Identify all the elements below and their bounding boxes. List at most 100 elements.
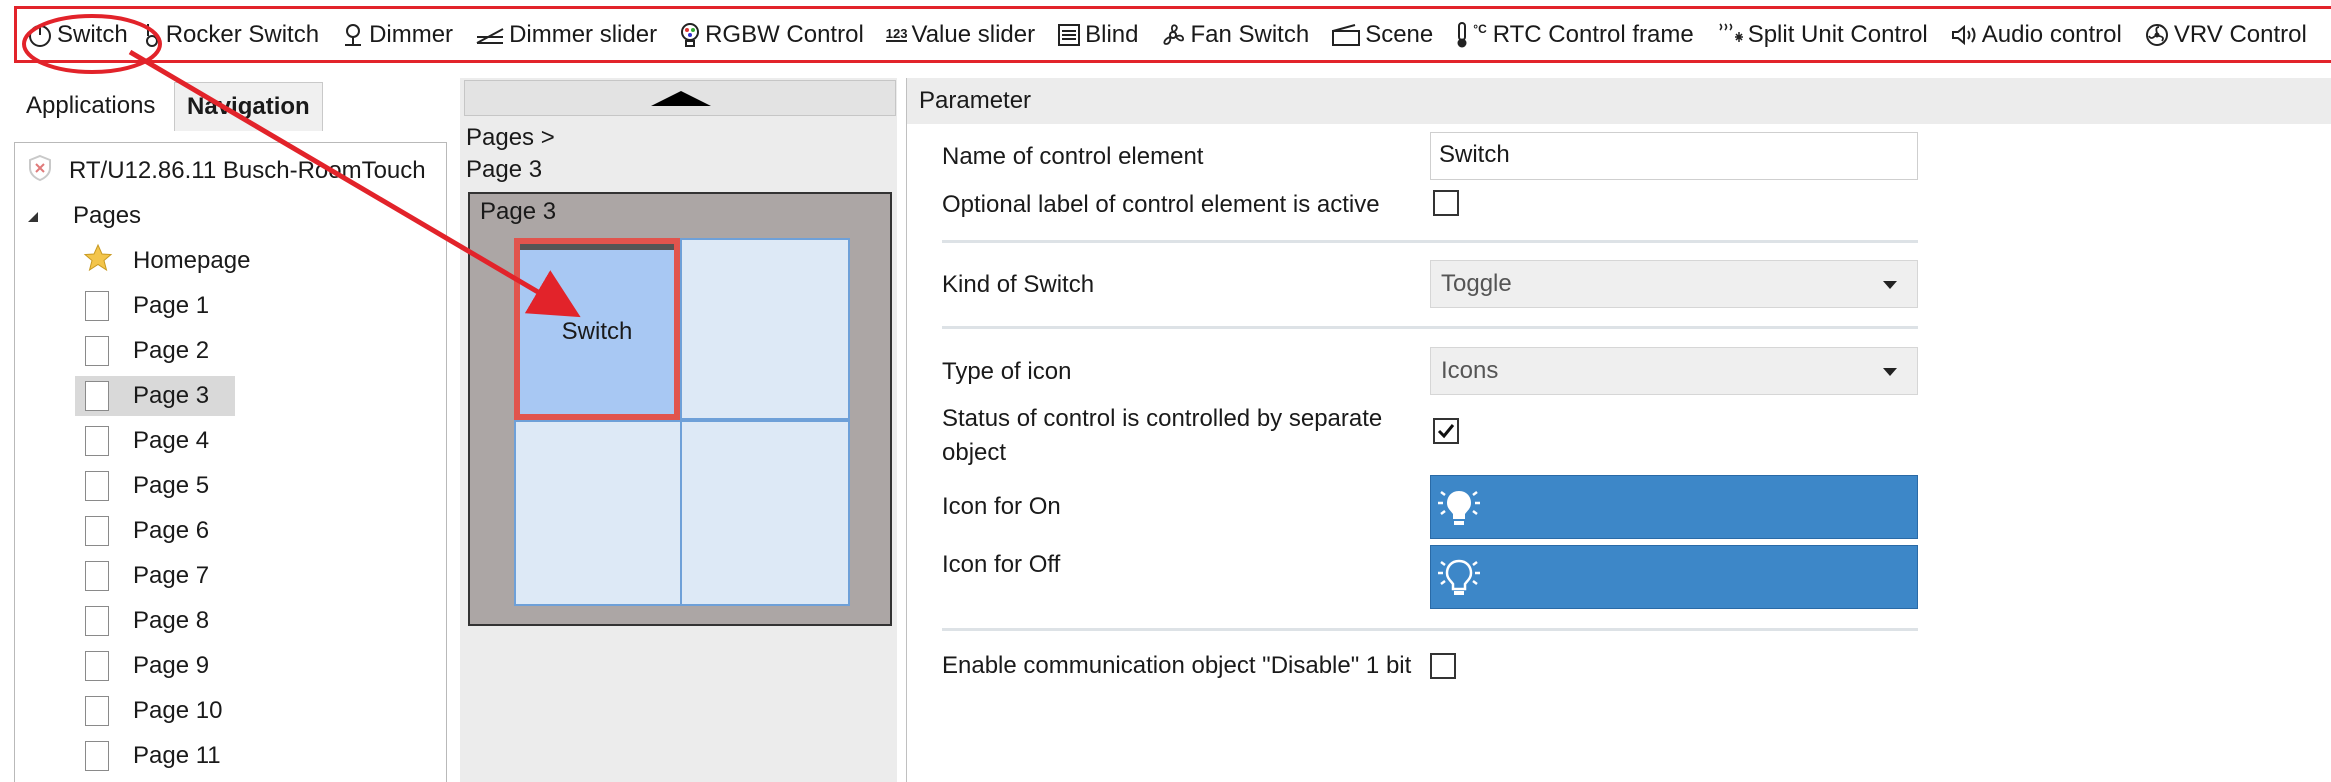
disable-object-checkbox[interactable] [1430,653,1456,679]
blind-icon [1057,23,1081,47]
page-preview-panel: Pages > Page 3 Page 3 Switch [460,78,897,782]
toolbar-fan-switch[interactable]: Fan Switch [1160,21,1309,49]
toolbar-rgbw-control-label: RGBW Control [705,20,864,48]
collapse-triangle-icon[interactable] [27,202,39,230]
toolbar-dimmer-slider-label: Dimmer slider [509,20,658,48]
power-icon [27,22,53,48]
name-label: Name of control element [942,143,1204,170]
page-label: Page 8 [133,607,210,634]
star-icon [83,243,113,280]
tree-page-4[interactable]: Page 4 [75,421,235,461]
lightbulb-off-icon [1438,559,1480,595]
tree-page-3[interactable]: Page 3 [75,376,236,416]
page-icon [85,606,109,636]
grid-cell-empty[interactable] [680,420,850,606]
toolbar-audio-control[interactable]: Audio control [1950,21,2122,49]
kind-of-switch-value: Toggle [1441,270,1512,297]
page-icon [85,561,109,591]
dimmer-icon [341,22,365,48]
grid-cell-empty[interactable] [514,420,682,606]
vrv-fan-icon [2144,22,2170,48]
tree-page-9[interactable]: Page 9 [75,646,235,686]
toolbar-rocker-switch[interactable]: Rocker Switch [142,21,319,49]
page-label: Page 1 [133,292,210,319]
collapse-bar[interactable] [464,80,896,116]
tree-page-7[interactable]: Page 7 [75,556,235,596]
tree-page-2[interactable]: Page 2 [75,331,235,371]
toolbar-dimmer-label: Dimmer [369,20,454,48]
page-label: Page 2 [133,337,210,364]
grid-cell-empty[interactable] [680,238,850,420]
toolbar-value-slider-label: Value slider [911,20,1036,48]
toolbar-switch[interactable]: Switch [27,21,128,49]
icon-on-picker[interactable] [1430,475,1918,539]
collapse-up-icon [651,91,711,106]
tab-navigation[interactable]: Navigation [174,82,323,131]
tree-page-6[interactable]: Page 6 [75,511,235,551]
toolbar-dimmer[interactable]: Dimmer [341,21,453,49]
page-label: Page 6 [133,517,210,544]
breadcrumb: Pages > Page 3 [466,122,555,186]
tree-homepage[interactable]: Homepage [83,241,250,281]
tab-applications[interactable]: Applications [14,82,168,130]
optional-label-checkbox[interactable] [1433,190,1459,216]
disable-object-label: Enable communication object "Disable" 1 … [942,652,1412,679]
name-input[interactable]: Switch [1430,132,1918,180]
tree-page-8[interactable]: Page 8 [75,601,235,641]
toolbar-scene[interactable]: Scene [1331,21,1433,49]
toolbar-scene-label: Scene [1365,20,1434,48]
type-of-icon-value: Icons [1441,357,1499,384]
page-label: Page 10 [133,697,223,724]
kind-of-switch-label: Kind of Switch [942,271,1095,298]
toolbar-vrv-control[interactable]: VRV Control [2144,21,2307,49]
status-control-label-line2: object [942,439,1007,466]
icon-on-label: Icon for On [942,493,1061,520]
toolbar-rocker-switch-label: Rocker Switch [165,20,320,48]
parameter-panel: Parameter Name of control element Switch… [906,78,2331,782]
tree-page-10[interactable]: Page 10 [75,691,248,731]
navigation-tree: RT/U12.86.11 Busch-RoomTouch Pages Homep… [14,142,447,782]
toolbar-value-slider[interactable]: 123 Value slider [885,20,1036,49]
tree-page-5[interactable]: Page 5 [75,466,235,506]
toolbar-blind-label: Blind [1085,20,1139,48]
type-of-icon-select[interactable]: Icons [1430,347,1918,395]
breadcrumb-pages[interactable]: Pages > [466,122,555,154]
page-icon [85,291,109,321]
tree-device-node[interactable]: RT/U12.86.11 Busch-RoomTouch [27,151,426,191]
tree-page-1[interactable]: Page 1 [75,286,235,326]
toolbar-split-unit-control-label: Split Unit Control [1747,20,1928,48]
separator [942,326,1918,329]
icon-off-picker[interactable] [1430,545,1918,609]
dimmer-slider-icon [475,23,505,47]
parameter-header: Parameter [907,78,2331,124]
fan-icon [1160,22,1186,48]
separator [942,240,1918,243]
tree-pages-node[interactable]: Pages [27,196,141,236]
optional-label-text: Optional label of control element is act… [942,191,1380,218]
tree-page-11[interactable]: Page 11 [75,736,247,776]
toolbar-split-unit-control[interactable]: Split Unit Control [1716,21,1928,49]
lightbulb-on-icon [1438,491,1480,525]
kind-of-switch-select[interactable]: Toggle [1430,260,1918,308]
toolbar-rtc-control-frame[interactable]: °C RTC Control frame [1455,21,1694,49]
page-label: Page 7 [133,562,210,589]
toolbar-blind[interactable]: Blind [1057,21,1138,49]
celsius-mark: °C [1473,21,1487,36]
page-label: Page 11 [133,742,221,769]
dropdown-caret-icon [1883,368,1897,376]
scene-icon [1331,23,1361,47]
breadcrumb-current: Page 3 [466,156,543,183]
toolbar-dimmer-slider[interactable]: Dimmer slider [475,21,657,49]
thermometer-icon [1455,21,1469,49]
separator [942,628,1918,631]
page-icon [85,651,109,681]
page-label: Page 4 [133,427,210,454]
grid-cell-switch[interactable]: Switch [514,238,680,420]
speaker-icon [1950,23,1978,47]
page-icon [85,696,109,726]
status-control-checkbox[interactable] [1433,418,1459,444]
toolbar-rgbw-control[interactable]: RGBW Control [679,21,864,49]
page-icon [85,471,109,501]
rgbw-bulb-icon [679,22,701,48]
page-icon [85,741,109,771]
